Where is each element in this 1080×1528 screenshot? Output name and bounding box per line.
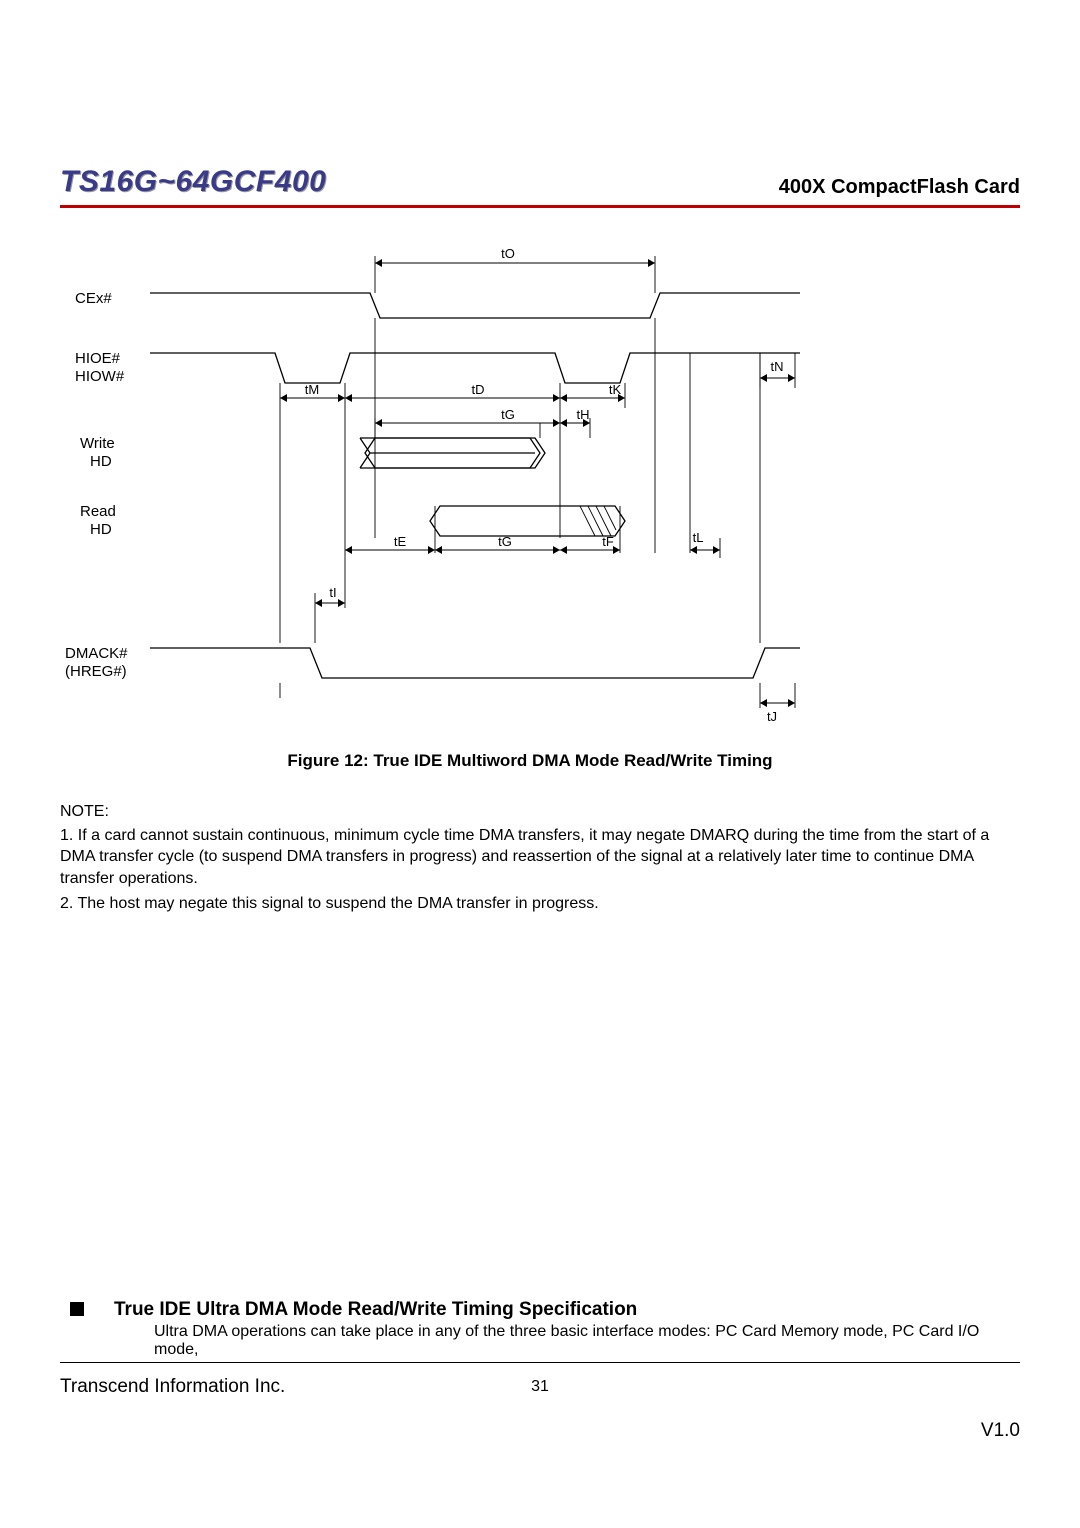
page-footer: Transcend Information Inc. 31 — [60, 1376, 1020, 1398]
notes-block: NOTE: 1. If a card cannot sustain contin… — [60, 801, 1020, 915]
timing-tG-lower: tG — [498, 534, 512, 549]
label-cex: CEx# — [75, 290, 112, 307]
notes-heading: NOTE: — [60, 801, 1020, 823]
page: TS16G~64GCF400 400X CompactFlash Card .l… — [0, 0, 1080, 1528]
footer-page-number: 31 — [531, 1378, 549, 1396]
timing-tK: tK — [609, 382, 622, 397]
figure-caption: Figure 12: True IDE Multiword DMA Mode R… — [180, 751, 880, 771]
timing-tN: tN — [771, 359, 784, 374]
label-hiow: HIOW# — [75, 368, 125, 385]
timing-tG-upper: tG — [501, 407, 515, 422]
label-read-hd: HD — [90, 521, 112, 538]
section-title: True IDE Ultra DMA Mode Read/Write Timin… — [114, 1299, 637, 1321]
label-hreg: (HREG#) — [65, 663, 127, 680]
note-item-2: 2. The host may negate this signal to su… — [60, 893, 1020, 915]
label-write: Write — [80, 435, 115, 452]
label-read: Read — [80, 503, 116, 520]
timing-tL: tL — [693, 530, 704, 545]
timing-tJ: tJ — [767, 709, 777, 724]
timing-tH: tH — [577, 407, 590, 422]
footer-company: Transcend Information Inc. — [60, 1376, 285, 1398]
read-valid-hatch — [580, 506, 616, 536]
timing-tF: tF — [602, 534, 614, 549]
product-model: TS16G~64GCF400 — [60, 165, 326, 199]
footer-divider — [60, 1362, 1020, 1363]
footer-version: V1.0 — [981, 1420, 1020, 1442]
label-dmack: DMACK# — [65, 645, 128, 662]
timing-tO: tO — [501, 246, 515, 261]
label-write-hd: HD — [90, 453, 112, 470]
timing-tM: tM — [305, 382, 319, 397]
square-bullet-icon — [70, 1302, 84, 1316]
timing-diagram: .ln { stroke:#000; stroke-width:1.3; fil… — [60, 238, 830, 728]
label-hioe: HIOE# — [75, 350, 121, 367]
header-divider — [60, 205, 1020, 208]
timing-tE: tE — [394, 534, 407, 549]
page-header: TS16G~64GCF400 400X CompactFlash Card — [60, 165, 1020, 199]
next-section: True IDE Ultra DMA Mode Read/Write Timin… — [60, 1299, 1020, 1363]
note-item-1: 1. If a card cannot sustain continuous, … — [60, 825, 1020, 890]
timing-diagram-container: .ln { stroke:#000; stroke-width:1.3; fil… — [60, 238, 830, 733]
timing-tD: tD — [472, 382, 485, 397]
timing-tI: tI — [329, 585, 336, 600]
section-body: Ultra DMA operations can take place in a… — [154, 1323, 1020, 1359]
product-name: 400X CompactFlash Card — [779, 176, 1020, 199]
